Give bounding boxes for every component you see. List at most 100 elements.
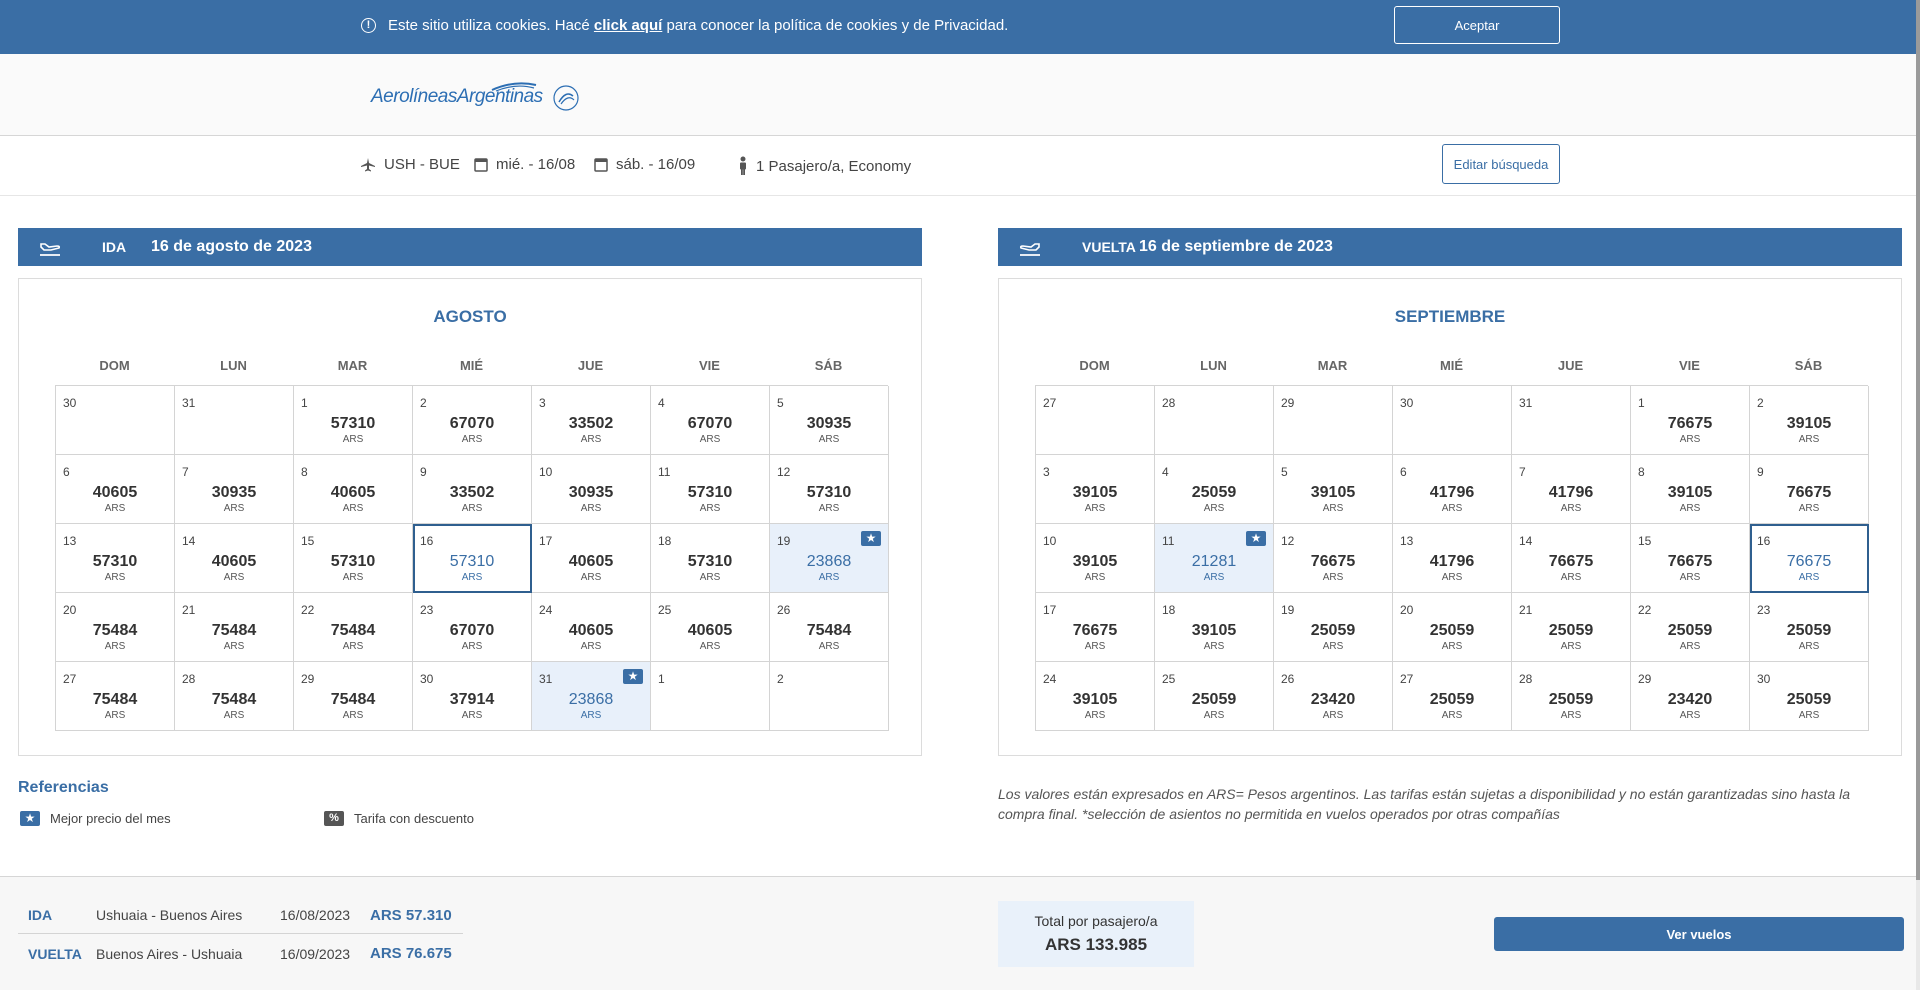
edit-search-button[interactable]: Editar búsqueda [1442,144,1560,184]
calendar-day[interactable]: 20 75484 ARS [56,593,175,662]
calendar-day[interactable]: 7 41796 ARS [1512,455,1631,524]
calendar-day-selected[interactable]: 16 76675 ARS [1750,524,1869,593]
calendar-day[interactable]: 26 23420 ARS [1274,662,1393,731]
calendar-day[interactable]: 19 23868 ARS ★ [770,524,889,593]
calendar-day[interactable]: 2 67070 ARS [413,386,532,455]
calendar-day[interactable]: 15 57310 ARS [294,524,413,593]
day-currency: ARS [818,434,840,445]
calendar-day[interactable]: 21 25059 ARS [1512,593,1631,662]
day-number: 14 [182,534,196,548]
calendar-day[interactable]: 11 57310 ARS [651,455,770,524]
day-number: 29 [1638,672,1652,686]
calendar-day[interactable]: 8 40605 ARS [294,455,413,524]
calendar-day[interactable]: 19 25059 ARS [1274,593,1393,662]
day-currency: ARS [1322,641,1344,652]
calendar-day[interactable]: 2 39105 ARS [1750,386,1869,455]
depart-date-summary: mié. - 16/08 [474,156,575,173]
star-ticket-icon: ★ [623,669,643,684]
day-number: 16 [420,534,434,548]
day-number: 29 [301,672,315,686]
weekday-header: VIE [1679,358,1700,373]
calendar-day[interactable]: 18 57310 ARS [651,524,770,593]
calendar-day[interactable]: 4 67070 ARS [651,386,770,455]
calendar-day[interactable]: 3 33502 ARS [532,386,651,455]
day-currency: ARS [818,503,840,514]
calendar-day[interactable]: 28 75484 ARS [175,662,294,731]
weekday-header: LUN [1200,358,1227,373]
calendar-day[interactable]: 23 25059 ARS [1750,593,1869,662]
site-header: AerolíneasArgentinas [0,54,1916,136]
view-flights-button[interactable]: Ver vuelos [1494,917,1904,951]
day-price: 33502 [568,415,614,432]
logo-swoosh-icon [491,82,537,92]
calendar-day[interactable]: 3 39105 ARS [1036,455,1155,524]
calendar-day[interactable]: 22 25059 ARS [1631,593,1750,662]
day-currency: ARS [104,710,126,721]
calendar-day[interactable]: 10 39105 ARS [1036,524,1155,593]
calendar-day[interactable]: 6 40605 ARS [56,455,175,524]
calendar-day[interactable]: 18 39105 ARS [1155,593,1274,662]
calendar-day[interactable]: 5 30935 ARS [770,386,889,455]
weekday-header: MIÉ [1439,358,1464,373]
day-price: 25059 [1548,622,1594,639]
day-currency: ARS [104,503,126,514]
calendar-day[interactable]: 10 30935 ARS [532,455,651,524]
calendar-day[interactable]: 15 76675 ARS [1631,524,1750,593]
calendar-day[interactable]: 9 76675 ARS [1750,455,1869,524]
calendar-day[interactable]: 5 39105 ARS [1274,455,1393,524]
day-number: 9 [420,465,427,479]
calendar-day[interactable]: 27 25059 ARS [1393,662,1512,731]
day-currency: ARS [1203,641,1225,652]
calendar-day[interactable]: 14 40605 ARS [175,524,294,593]
calendar-day[interactable]: 13 57310 ARS [56,524,175,593]
calendar-day[interactable]: 12 76675 ARS [1274,524,1393,593]
day-price: 30935 [568,484,614,501]
calendar-day[interactable]: 22 75484 ARS [294,593,413,662]
calendar-day[interactable]: 23 67070 ARS [413,593,532,662]
day-number: 14 [1519,534,1533,548]
page-scrollbar[interactable] [1916,0,1920,990]
day-currency: ARS [1560,572,1582,583]
calendar-day[interactable]: 24 39105 ARS [1036,662,1155,731]
day-number: 8 [1638,465,1645,479]
calendar-day[interactable]: 29 75484 ARS [294,662,413,731]
day-currency: ARS [342,503,364,514]
calendar-day[interactable]: 9 33502 ARS [413,455,532,524]
calendar-day[interactable]: 12 57310 ARS [770,455,889,524]
day-currency: ARS [1798,503,1820,514]
calendar-day[interactable]: 4 25059 ARS [1155,455,1274,524]
day-price: 75484 [330,691,376,708]
weekday-header: MIÉ [459,358,484,373]
calendar-day[interactable]: 6 41796 ARS [1393,455,1512,524]
accept-cookies-button[interactable]: Aceptar [1394,6,1560,44]
day-currency: ARS [580,503,602,514]
calendar-day[interactable]: 13 41796 ARS [1393,524,1512,593]
day-price: 76675 [1310,553,1356,570]
cookie-policy-link[interactable]: click aquí [594,17,662,34]
calendar-day[interactable]: 11 21281 ARS ★ [1155,524,1274,593]
calendar-day[interactable]: 26 75484 ARS [770,593,889,662]
calendar-day[interactable]: 7 30935 ARS [175,455,294,524]
calendar-day[interactable]: 31 23868 ARS ★ [532,662,651,731]
calendar-day[interactable]: 30 25059 ARS [1750,662,1869,731]
calendar-day[interactable]: 27 75484 ARS [56,662,175,731]
calendar-day[interactable]: 20 25059 ARS [1393,593,1512,662]
calendar-day[interactable]: 21 75484 ARS [175,593,294,662]
weekday-header: SÁB [1794,358,1823,373]
calendar-day-selected[interactable]: 16 57310 ARS [413,524,532,593]
calendar-day[interactable]: 24 40605 ARS [532,593,651,662]
calendar-day[interactable]: 25 40605 ARS [651,593,770,662]
calendar-day[interactable]: 8 39105 ARS [1631,455,1750,524]
calendar-day[interactable]: 30 37914 ARS [413,662,532,731]
calendar-day[interactable]: 28 25059 ARS [1512,662,1631,731]
calendar-day[interactable]: 25 25059 ARS [1155,662,1274,731]
calendar-day[interactable]: 1 57310 ARS [294,386,413,455]
calendar-day[interactable]: 17 76675 ARS [1036,593,1155,662]
scrollbar-thumb[interactable] [1916,0,1920,880]
day-currency: ARS [1084,641,1106,652]
calendar-day[interactable]: 29 23420 ARS [1631,662,1750,731]
calendar-day[interactable]: 17 40605 ARS [532,524,651,593]
calendar-day[interactable]: 14 76675 ARS [1512,524,1631,593]
calendar-day[interactable]: 1 76675 ARS [1631,386,1750,455]
day-currency: ARS [699,572,721,583]
